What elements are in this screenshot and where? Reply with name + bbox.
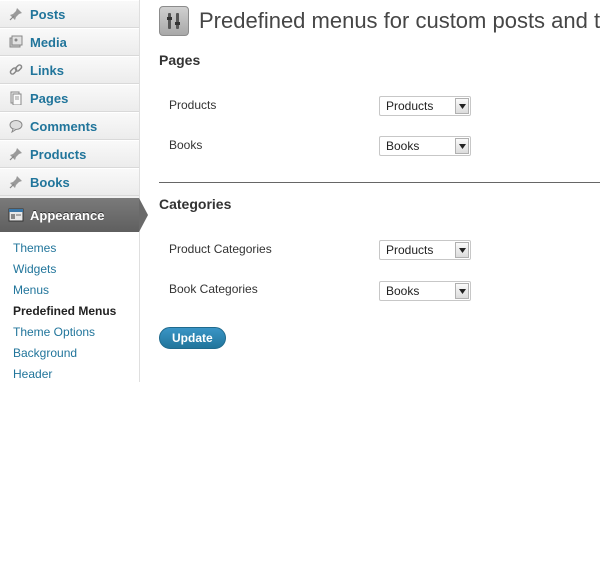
sidebar-item-label: Products [30,146,87,162]
sidebar-item-comments[interactable]: Comments [0,112,139,140]
pin-icon [8,6,24,22]
pin-icon [8,174,24,190]
page-header: Predefined menus for custom posts and t [159,6,600,36]
section-divider [159,182,600,183]
appearance-icon [8,207,24,223]
link-icon [8,62,24,78]
sidebar-item-pages[interactable]: Pages [0,84,139,112]
submenu-item-predefined-menus[interactable]: Predefined Menus [0,301,139,322]
media-icon [8,34,24,50]
sidebar-item-label: Posts [30,6,66,22]
pages-icon [8,90,24,106]
sidebar-item-links[interactable]: Links [0,56,139,84]
field-label-books: Books [169,138,203,152]
page-title: Predefined menus for custom posts and t [199,8,600,33]
chevron-down-icon [455,242,469,258]
submenu-item-background[interactable]: Background [0,343,139,364]
sidebar-item-label: Pages [30,90,69,106]
sidebar-item-label: Comments [30,118,98,134]
sidebar-item-label: Links [30,62,64,78]
books-page-select[interactable]: Books [379,136,471,156]
sidebar-item-products[interactable]: Products [0,140,139,168]
main-content: Predefined menus for custom posts and t … [141,0,600,382]
select-value: Products [386,243,434,257]
product-categories-select[interactable]: Products [379,240,471,260]
submenu-item-themes[interactable]: Themes [0,238,139,259]
sidebar-item-appearance[interactable]: Appearance [0,198,148,232]
section-heading-categories: Categories [159,196,232,212]
field-label-products: Products [169,98,217,112]
update-button[interactable]: Update [159,327,226,349]
chevron-down-icon [455,283,469,299]
submenu-item-menus[interactable]: Menus [0,280,139,301]
sidebar-item-media[interactable]: Media [0,28,139,56]
pin-icon [8,146,24,162]
sidebar-item-books[interactable]: Books [0,168,139,196]
book-categories-select[interactable]: Books [379,281,471,301]
sidebar-item-label: Appearance [30,207,105,223]
select-value: Products [386,99,434,113]
sidebar-item-posts[interactable]: Posts [0,0,139,28]
appearance-submenu: Themes Widgets Menus Predefined Menus Th… [0,232,139,580]
products-page-select[interactable]: Products [379,96,471,116]
section-heading-pages: Pages [159,52,201,68]
field-label-book-categories: Book Categories [169,282,258,296]
select-value: Books [386,139,420,153]
chevron-down-icon [455,98,469,114]
admin-sidebar: Posts Media Links Pages Comments Product… [0,0,148,580]
chevron-down-icon [455,138,469,154]
comment-icon [8,118,24,134]
sidebar-item-label: Media [30,34,67,50]
field-label-product-categories: Product Categories [169,242,272,256]
submenu-item-widgets[interactable]: Widgets [0,259,139,280]
select-value: Books [386,284,420,298]
tools-icon [159,6,189,36]
submenu-item-theme-options[interactable]: Theme Options [0,322,139,343]
sidebar-item-label: Books [30,174,70,190]
